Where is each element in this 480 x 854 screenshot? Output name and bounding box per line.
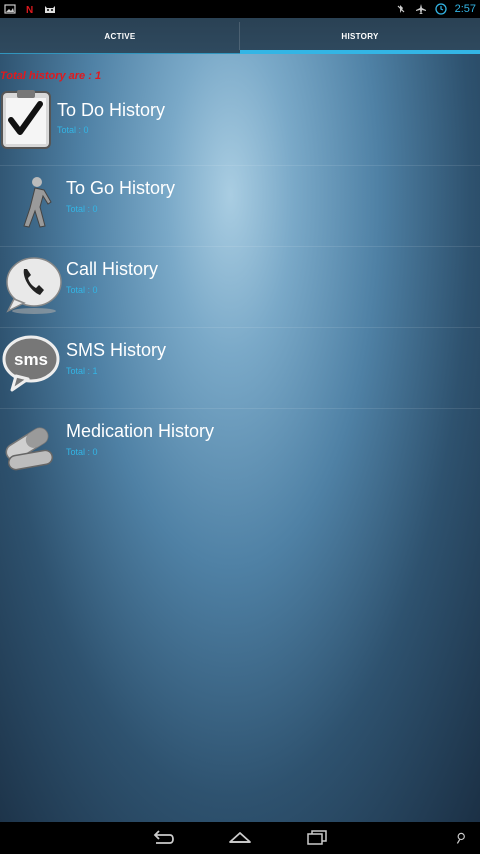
- item-title: Call History: [66, 259, 159, 279]
- recent-apps-icon[interactable]: [304, 828, 330, 848]
- battery-icon: [434, 3, 447, 15]
- phone-bubble-icon: [6, 257, 62, 314]
- item-total: Total : 0: [66, 285, 98, 295]
- silent-icon: [397, 5, 405, 13]
- item-title: Medication History: [66, 421, 215, 441]
- item-total: Total : 1: [66, 366, 98, 376]
- search-icon[interactable]: [452, 828, 472, 848]
- item-total: Total : 0: [57, 125, 89, 135]
- item-title: To Go History: [66, 178, 176, 198]
- history-summary: Total history are : 1: [0, 70, 102, 82]
- status-bar: N 2:57: [0, 0, 480, 18]
- list-item-medication-history[interactable]: Medication History Total : 0: [0, 409, 480, 489]
- walking-person-icon: [23, 177, 52, 228]
- clipboard-check-icon: [1, 90, 51, 149]
- clock: 2:57: [454, 3, 476, 15]
- item-total: Total : 0: [66, 204, 98, 214]
- cat-icon: [45, 6, 55, 13]
- app-screen: ACTIVE HISTORY Total history are : 1 To …: [0, 18, 480, 822]
- navigation-bar: [0, 822, 480, 854]
- item-title: SMS History: [66, 340, 167, 360]
- list-item-togo-history[interactable]: To Go History Total : 0: [0, 166, 480, 247]
- item-title: To Do History: [57, 100, 166, 120]
- tab-active[interactable]: ACTIVE: [0, 18, 240, 54]
- list-item-todo-history[interactable]: To Do History Total : 0: [0, 84, 480, 166]
- list-item-call-history[interactable]: Call History Total : 0: [0, 247, 480, 328]
- alert-icon: N: [26, 5, 33, 15]
- svg-text:N: N: [26, 5, 33, 15]
- list-item-sms-history[interactable]: sms SMS History Total : 1: [0, 328, 480, 409]
- sms-bubble-icon: sms: [2, 335, 60, 392]
- item-total: Total : 0: [66, 447, 98, 457]
- tab-bar: ACTIVE HISTORY: [0, 18, 480, 54]
- tab-history[interactable]: HISTORY: [240, 18, 480, 54]
- home-icon[interactable]: [227, 828, 253, 848]
- back-icon[interactable]: [150, 828, 176, 848]
- status-left: N: [4, 3, 56, 15]
- pills-icon: [5, 427, 54, 471]
- svg-text:sms: sms: [14, 350, 48, 369]
- gallery-icon: [4, 4, 16, 14]
- airplane-icon: [415, 4, 426, 14]
- history-list: To Do History Total : 0 To Go History To…: [0, 84, 480, 489]
- status-right: 2:57: [395, 3, 476, 15]
